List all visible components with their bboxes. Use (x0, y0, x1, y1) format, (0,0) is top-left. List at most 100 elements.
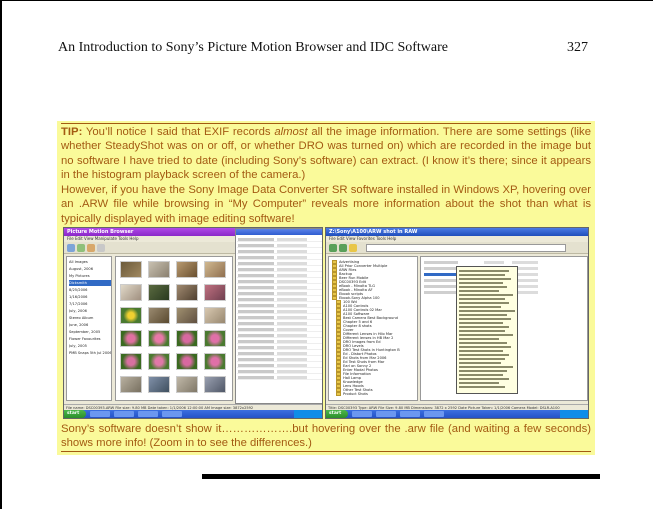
tree-item: 1/16/2006 (69, 295, 88, 299)
folder-item: Product Shots (336, 391, 368, 397)
property-row (237, 345, 322, 350)
toolbar-button-icon (97, 244, 105, 252)
tree-item: All Images (69, 260, 88, 264)
photo-thumbnail (120, 284, 142, 301)
tip-paragraph: TIP: You’ll notice I said that EXIF reco… (61, 125, 591, 182)
property-row (237, 291, 322, 296)
explorer-screenshot: Z:\Sony\A100\ARW shot in RAW File Edit V… (325, 227, 589, 419)
taskbar-item (376, 411, 396, 417)
property-row (237, 363, 322, 368)
pmb-screenshot: Picture Motion Browser File Edit View Ma… (63, 227, 323, 419)
property-row (237, 249, 322, 254)
tooltip-line (459, 350, 503, 353)
bottom-divider (61, 451, 591, 452)
property-row (237, 261, 322, 266)
tooltip-line (459, 286, 507, 289)
property-row (237, 237, 322, 242)
tree-item: July, 2005 (69, 344, 87, 348)
tooltip-line (459, 382, 499, 385)
explorer-toolbar (326, 242, 588, 254)
explorer-title-bar: Z:\Sony\A100\ARW shot in RAW (326, 228, 588, 236)
thumbnail-grid (115, 256, 233, 401)
photo-thumbnail (148, 376, 170, 393)
tooltip-line (459, 378, 509, 381)
tree-item: My Pictures (69, 274, 90, 278)
property-row (237, 315, 322, 320)
tooltip-line (459, 294, 513, 297)
tooltip-line (459, 298, 505, 301)
photo-thumbnail (204, 261, 226, 278)
tooltip-line (459, 310, 515, 313)
tooltip-line (459, 322, 503, 325)
tooltip-line (459, 306, 501, 309)
tooltip-line (459, 362, 501, 365)
photo-thumbnail (148, 353, 170, 370)
tooltip-line (459, 374, 503, 377)
photo-thumbnail (176, 284, 198, 301)
tree-item: September, 2005 (69, 330, 101, 334)
photo-thumbnail (204, 307, 226, 324)
start-button: start (326, 410, 348, 418)
photo-thumbnail (148, 330, 170, 347)
property-row (237, 297, 322, 302)
photo-thumbnail (204, 284, 226, 301)
photo-thumbnail (204, 376, 226, 393)
folder-tree: Advertising All Prior Converter Multiple… (328, 256, 418, 401)
photo-thumbnail (176, 376, 198, 393)
tooltip-line (459, 290, 499, 293)
tooltip-line (459, 386, 505, 389)
tooltip-line (459, 346, 511, 349)
photo-thumbnail (148, 261, 170, 278)
idc-paragraph: However, if you have the Sony Image Data… (61, 184, 591, 225)
properties-panel (235, 228, 322, 404)
file-row (424, 260, 584, 265)
page-shadow (202, 474, 600, 479)
property-row (237, 285, 322, 290)
tooltip-line (459, 330, 505, 333)
taskbar-item (90, 411, 110, 417)
book-title: An Introduction to Sony’s Picture Motion… (58, 40, 449, 55)
property-row (237, 303, 322, 308)
taskbar-item (424, 411, 444, 417)
tooltip-line (459, 270, 509, 273)
tooltip-line (459, 282, 503, 285)
photo-thumbnail (120, 376, 142, 393)
photo-thumbnail (120, 330, 142, 347)
back-icon (329, 244, 337, 252)
photo-thumbnail (176, 307, 198, 324)
tooltip-line (459, 358, 505, 361)
properties-title-bar (236, 229, 322, 235)
tooltip-line (459, 302, 509, 305)
taskbar-item (114, 411, 134, 417)
tree-item: 7/17/2006 (69, 302, 88, 306)
photo-thumbnail (120, 307, 142, 324)
photo-thumbnail (204, 330, 226, 347)
tooltip-line (459, 326, 509, 329)
property-row (237, 357, 322, 362)
photo-thumbnail (120, 261, 142, 278)
tooltip-line (459, 370, 507, 373)
tooltip-line (459, 274, 505, 277)
property-row (237, 273, 322, 278)
photo-thumbnail (204, 353, 226, 370)
tooltip-line (459, 338, 499, 341)
property-row (237, 369, 322, 374)
property-row (237, 243, 322, 248)
tree-item-selected: Dicksmith (69, 280, 111, 286)
photo-thumbnail (148, 307, 170, 324)
tooltip-line (459, 366, 513, 369)
taskbar-item (138, 411, 158, 417)
top-divider (61, 123, 591, 124)
tooltip-line (459, 354, 509, 357)
start-button: start (64, 410, 86, 418)
taskbar: start (326, 410, 588, 418)
pmb-folder-tree: All Images August, 2006 My Pictures Dick… (66, 256, 112, 401)
toolbar-button-icon (77, 244, 85, 252)
property-row (237, 333, 322, 338)
property-row (237, 267, 322, 272)
tree-item: Flower Favourites (69, 337, 101, 341)
tree-item: 8/25/2006 (69, 288, 88, 292)
property-row (237, 321, 322, 326)
page-header: An Introduction to Sony’s Picture Motion… (58, 40, 588, 58)
toolbar-button-icon (67, 244, 75, 252)
